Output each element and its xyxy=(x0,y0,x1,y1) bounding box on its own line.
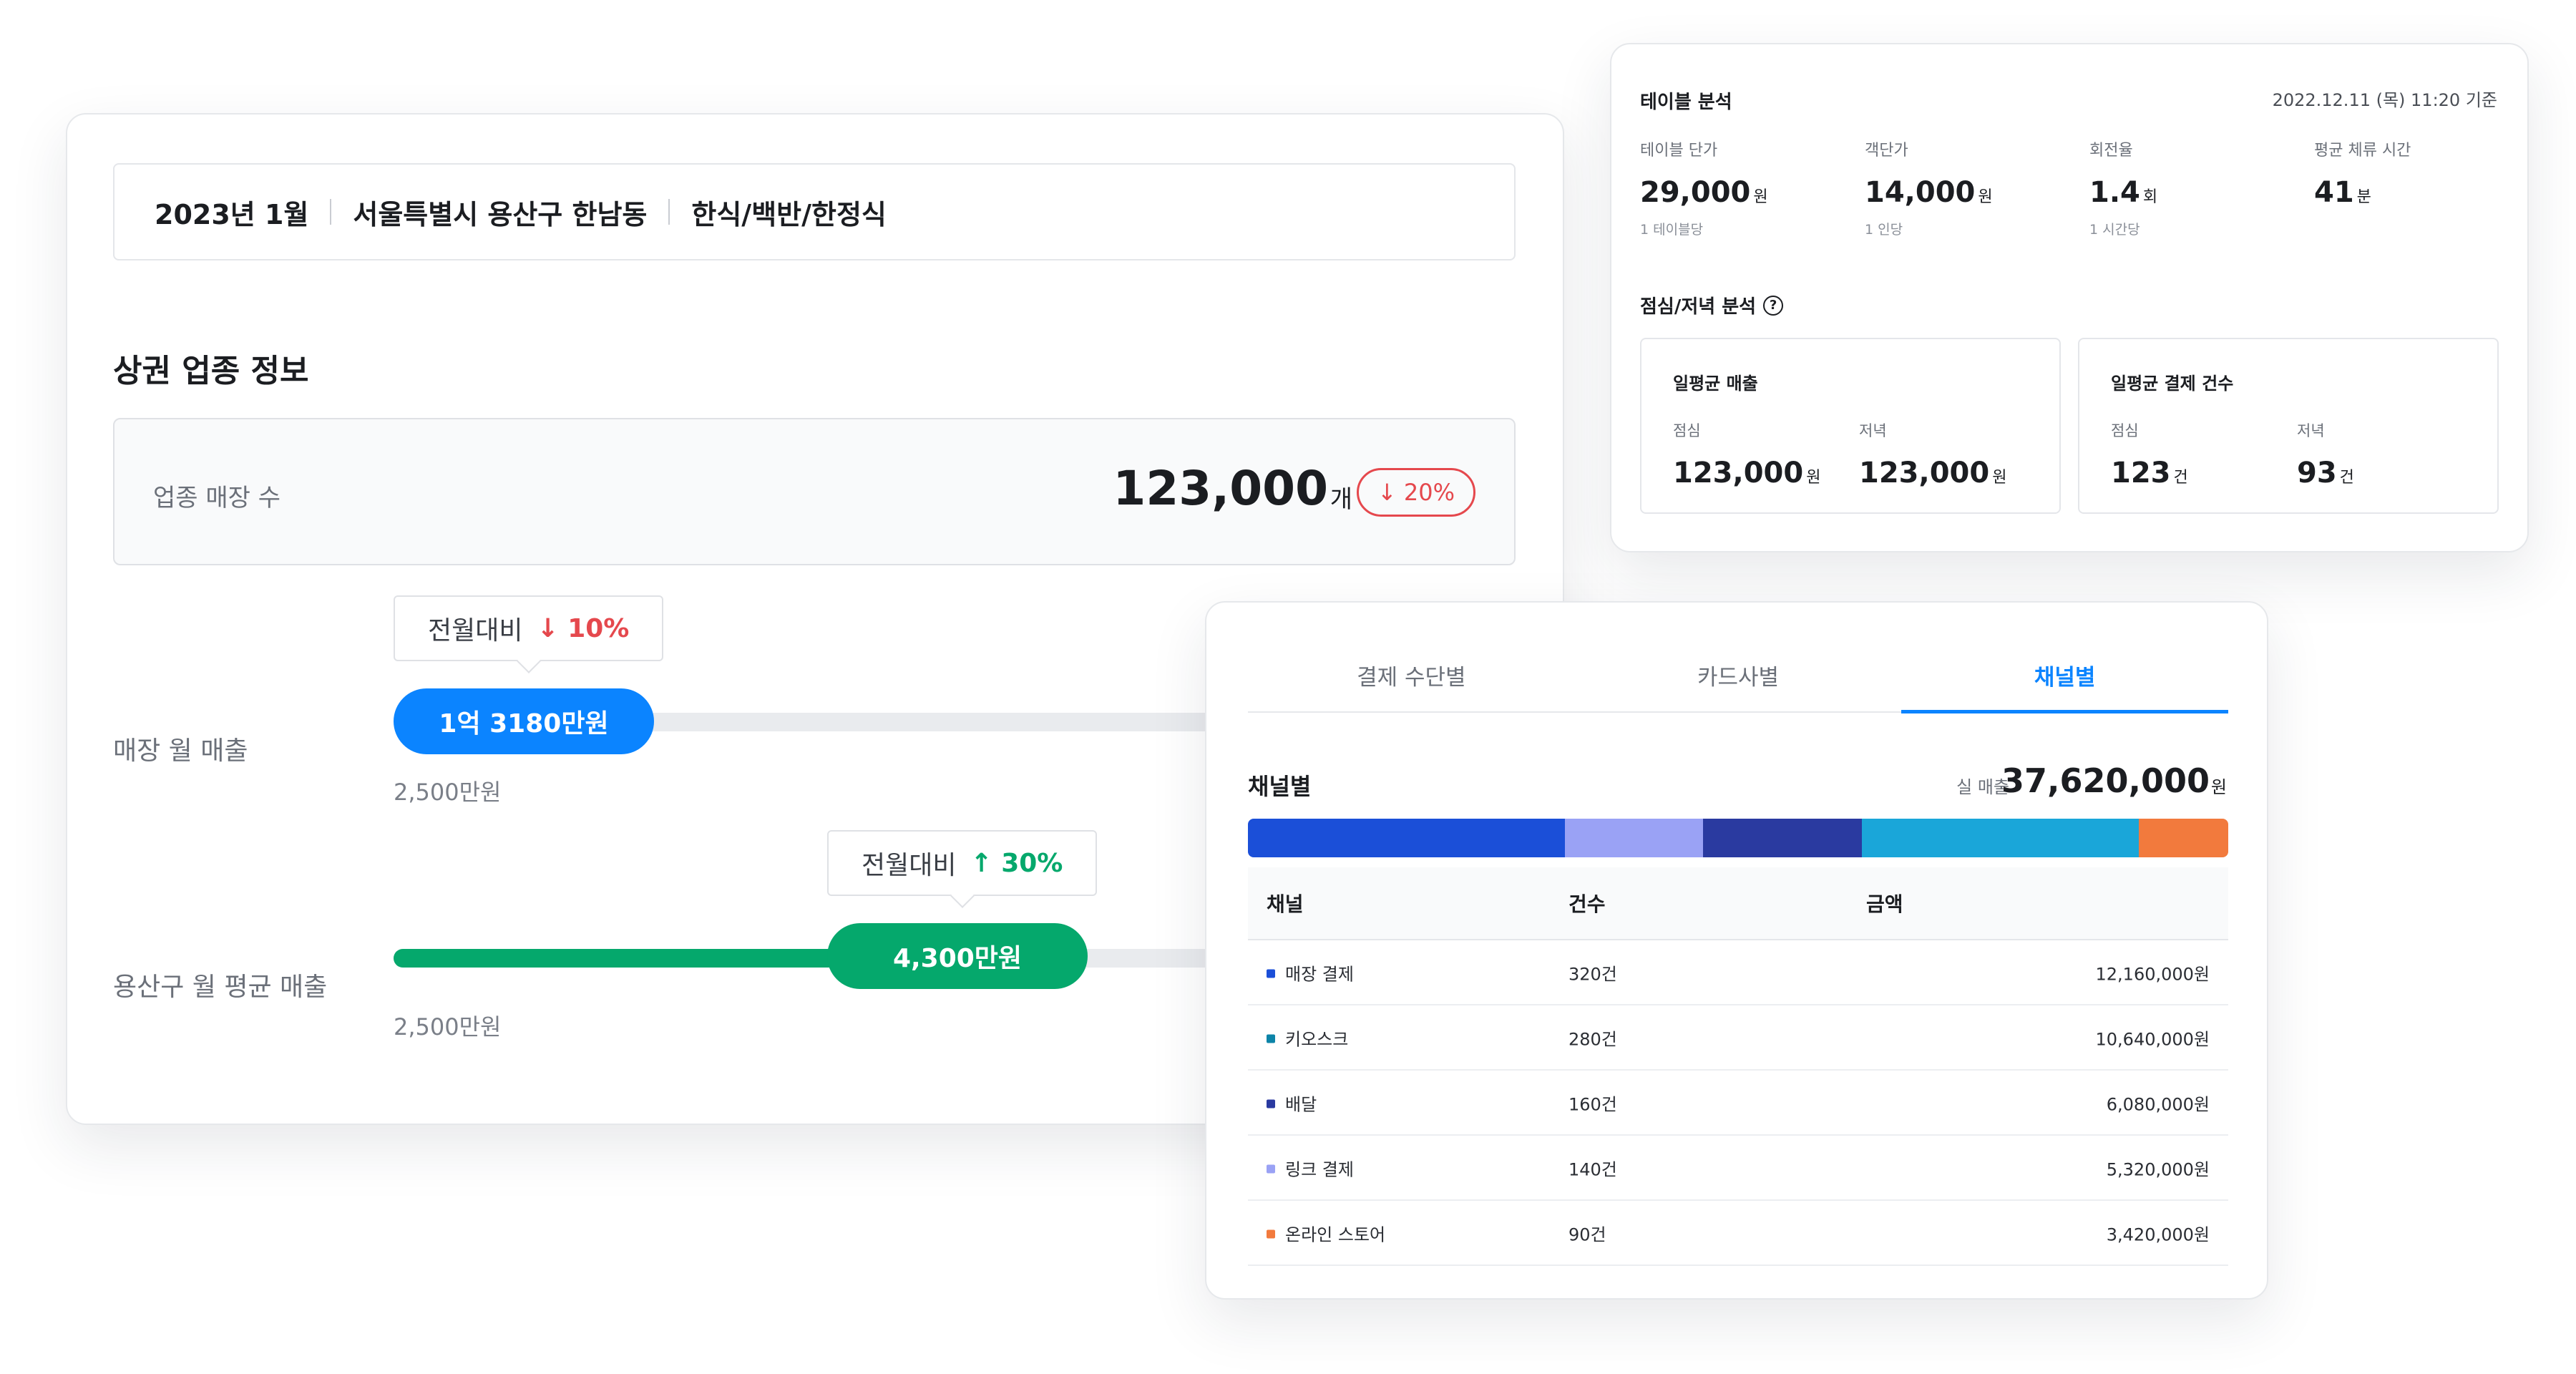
stack-segment-3 xyxy=(1861,819,2140,857)
channel-analysis-card: 결제 수단별 카드사별 채널별 채널별 실 매출 37,620,000 원 채널… xyxy=(1205,601,2268,1300)
compare-value: 30% xyxy=(1001,848,1063,878)
metric-label: 회전율 xyxy=(2089,142,2133,160)
table-header: 채널 건수 금액 xyxy=(1248,867,2228,940)
help-icon[interactable]: ? xyxy=(1763,295,1784,316)
store-sales-min-label: 2,500만원 xyxy=(394,779,502,806)
metric-stay-time: 평균 체류 시간 41 분 xyxy=(2314,137,2529,209)
box-title: 일평균 결제 건수 xyxy=(2111,374,2234,394)
store-count-unit: 개 xyxy=(1330,485,1352,514)
metric-table-price: 테이블 단가 29,000 원 1 테이블당 xyxy=(1640,137,1855,238)
table-analysis-card: 테이블 분석 2022.12.11 (목) 11:20 기준 테이블 단가 29… xyxy=(1610,43,2529,552)
table-row: 온라인 스토어 90건 3,420,000원 xyxy=(1248,1201,2228,1266)
compare-label: 전월대비 xyxy=(862,851,957,880)
filter-month[interactable]: 2023년 1월 xyxy=(155,193,308,232)
filter-region[interactable]: 서울특별시 용산구 한남동 xyxy=(353,193,647,232)
legend-dot xyxy=(1267,1034,1275,1043)
metric-value: 1.4 회 xyxy=(2089,176,2158,209)
stack-segment-4 xyxy=(2139,819,2228,857)
header-amount: 금액 xyxy=(1866,892,1903,916)
filter-category[interactable]: 한식/백반/한정식 xyxy=(691,193,886,232)
legend-dot xyxy=(1267,1164,1275,1173)
compare-label: 전월대비 xyxy=(428,616,523,645)
metric-customer-price: 객단가 14,000 원 1 인당 xyxy=(1865,137,2079,238)
channel-tabs: 결제 수단별 카드사별 채널별 xyxy=(1248,638,2228,713)
metric-value: 14,000 원 xyxy=(1865,176,1993,209)
table-analysis-timestamp: 2022.12.11 (목) 11:20 기준 xyxy=(2272,90,2497,110)
compare-value: 10% xyxy=(567,613,630,643)
stack-segment-2 xyxy=(1702,819,1862,857)
daily-sales-box: 일평균 매출 점심 123,000 원 저녁 123,000 원 xyxy=(1640,338,2061,514)
district-sales-min-label: 2,500만원 xyxy=(394,1013,502,1041)
table-analysis-title: 테이블 분석 xyxy=(1640,92,1732,113)
box-title: 일평균 매출 xyxy=(1673,374,1758,394)
store-count-change-badge: ↓ 20% xyxy=(1357,468,1475,517)
tab-payment-method[interactable]: 결제 수단별 xyxy=(1248,638,1575,711)
tab-card-company[interactable]: 카드사별 xyxy=(1575,638,1902,711)
stack-segment-0 xyxy=(1248,819,1565,857)
arrow-down-icon: ↓ xyxy=(1377,479,1397,506)
table-row: 매장 결제 320건 12,160,000원 xyxy=(1248,940,2228,1005)
district-sales-compare-tooltip: 전월대비 ↑ 30% xyxy=(827,830,1098,896)
legend-dot xyxy=(1267,1099,1275,1108)
filter-divider xyxy=(330,199,332,225)
header-count: 건수 xyxy=(1568,892,1606,916)
store-count-change-value: 20% xyxy=(1403,479,1455,506)
store-sales-label: 매장 월 매출 xyxy=(113,736,248,766)
stack-segment-1 xyxy=(1564,819,1703,857)
channel-title: 채널별 xyxy=(1248,773,1312,800)
channel-stacked-bar xyxy=(1248,819,2228,857)
metric-sub: 1 테이블당 xyxy=(1640,222,1704,238)
dinner-column: 저녁 123,000 원 xyxy=(1859,422,2007,489)
filter-divider xyxy=(668,199,670,225)
district-sales-label: 용산구 월 평균 매출 xyxy=(113,973,328,1002)
metric-value: 29,000 원 xyxy=(1640,176,1768,209)
district-sales-fill xyxy=(394,949,894,968)
total-sales-unit: 원 xyxy=(2210,777,2227,797)
dinner-column: 저녁 93 건 xyxy=(2297,422,2354,489)
metric-sub: 1 시간당 xyxy=(2089,222,2140,238)
metric-label: 객단가 xyxy=(1865,142,1908,160)
store-count-value: 123,000 xyxy=(1113,461,1328,516)
tab-channel[interactable]: 채널별 xyxy=(1901,638,2228,713)
section-title: 상권 업종 정보 xyxy=(113,353,309,389)
metric-label: 테이블 단가 xyxy=(1640,142,1718,160)
metric-label: 평균 체류 시간 xyxy=(2314,142,2411,160)
metric-sub: 1 인당 xyxy=(1865,222,1903,238)
district-sales-pill: 4,300만원 xyxy=(827,923,1088,989)
filter-bar[interactable]: 2023년 1월 서울특별시 용산구 한남동 한식/백반/한정식 xyxy=(113,163,1516,260)
store-count-box: 업종 매장 수 123,000 개 ↓ 20% xyxy=(113,418,1516,565)
store-count-label: 업종 매장 수 xyxy=(153,484,281,512)
legend-dot xyxy=(1267,1229,1275,1238)
lunch-dinner-title: 점심/저녁 분석 ? xyxy=(1640,292,1784,318)
arrow-up-icon: ↑ xyxy=(970,848,992,878)
table-row: 배달 160건 6,080,000원 xyxy=(1248,1071,2228,1136)
metric-turnover: 회전율 1.4 회 1 시간당 xyxy=(2089,137,2304,238)
header-channel: 채널 xyxy=(1267,892,1304,916)
store-sales-pill: 1억 3180만원 xyxy=(394,688,654,754)
arrow-down-icon: ↓ xyxy=(537,613,559,643)
table-row: 키오스크 280건 10,640,000원 xyxy=(1248,1005,2228,1071)
metric-value: 41 분 xyxy=(2314,176,2371,209)
daily-payments-box: 일평균 결제 건수 점심 123 건 저녁 93 건 xyxy=(2078,338,2499,514)
total-sales-value: 37,620,000 xyxy=(2001,761,2210,800)
store-sales-compare-tooltip: 전월대비 ↓ 10% xyxy=(394,595,664,661)
legend-dot xyxy=(1267,969,1275,978)
table-row: 링크 결제 140건 5,320,000원 xyxy=(1248,1136,2228,1201)
lunch-column: 점심 123 건 xyxy=(2111,422,2188,489)
lunch-column: 점심 123,000 원 xyxy=(1673,422,1821,489)
